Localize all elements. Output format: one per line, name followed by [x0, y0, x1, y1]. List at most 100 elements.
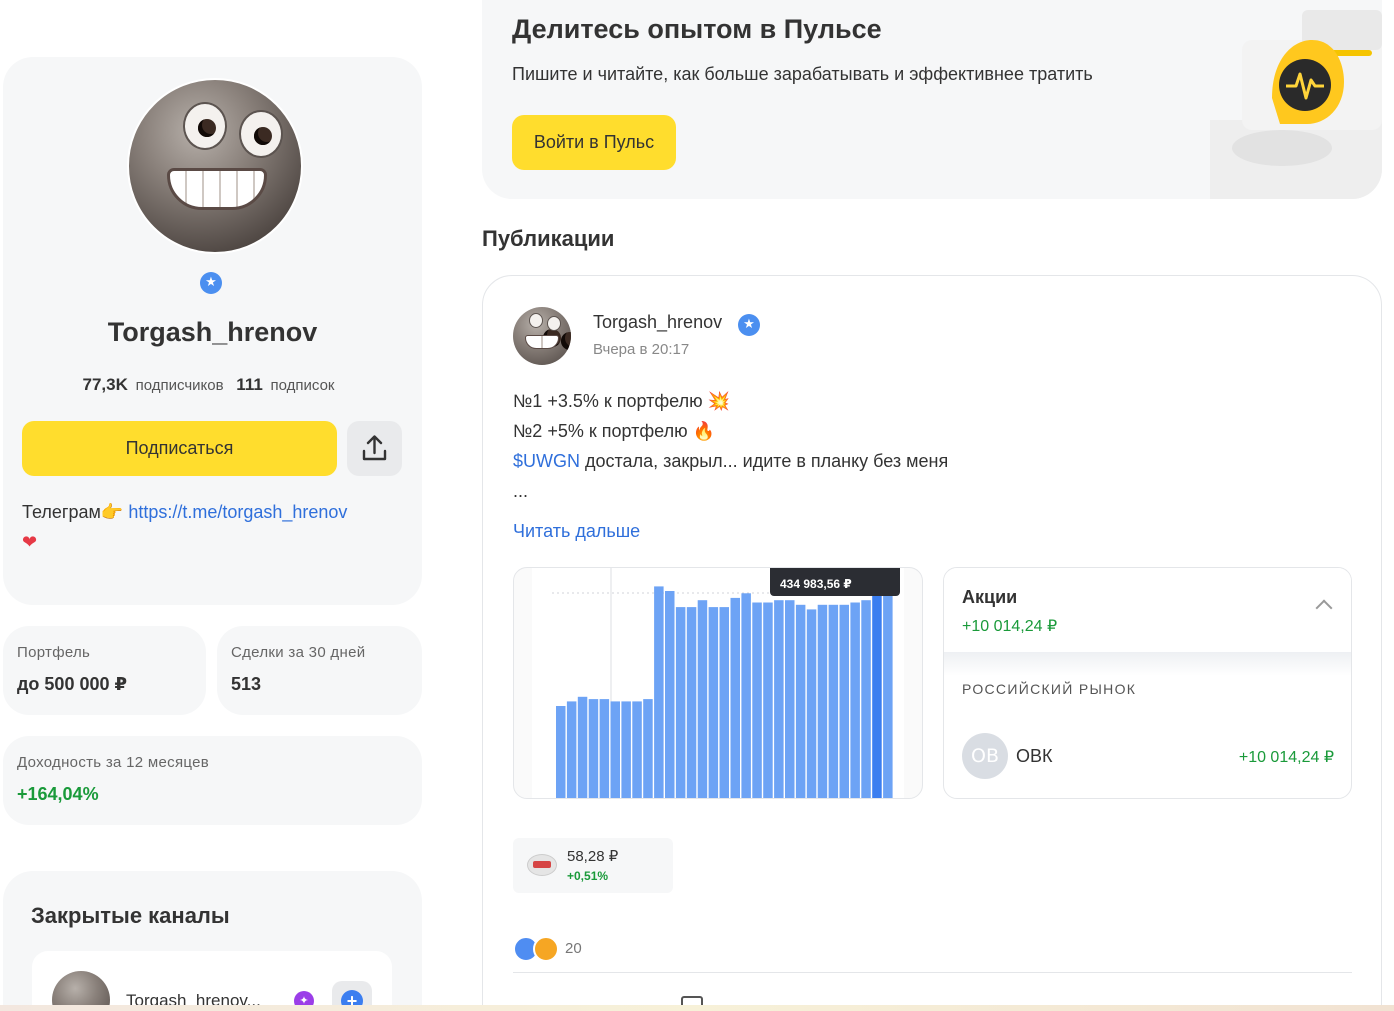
avatar-mouth	[167, 168, 267, 210]
post-divider	[513, 972, 1352, 973]
chart-bar[interactable]	[675, 607, 686, 798]
portfolio-stat: Портфель до 500 000 ₽	[3, 626, 206, 715]
profile-card: ★ Torgash_hrenov 77,3K подписчиков 111 п…	[3, 57, 422, 605]
subscribers-count[interactable]: 77,3K	[82, 375, 127, 394]
chart-bar[interactable]	[785, 600, 795, 798]
portfolio-label: Портфель	[17, 644, 91, 661]
publications-title: Публикации	[482, 226, 615, 251]
post-line-2: №2 +5% к портфелю	[513, 421, 688, 441]
rocket-icon	[533, 936, 559, 962]
chart-tooltip: 434 983,56 ₽	[770, 568, 900, 596]
chart-bar[interactable]	[610, 701, 621, 798]
telegram-link[interactable]: https://t.me/torgash_hrenov	[128, 502, 347, 522]
market-label: РОССИЙСКИЙ РЫНОК	[962, 681, 1137, 697]
post-author-name[interactable]: Torgash_hrenov	[593, 312, 722, 333]
deals-value: 513	[231, 674, 262, 694]
promo-title: Делитесь опытом в Пульсе	[512, 14, 882, 44]
post-avatar-eye-right	[547, 316, 571, 350]
holdings-header[interactable]: Акции +10 014,24 ₽	[944, 568, 1351, 652]
deals-label: Сделки за 30 дней	[231, 644, 366, 661]
avatar-eye-left	[183, 102, 227, 150]
chart-bar[interactable]	[850, 602, 860, 799]
chart-bar[interactable]	[686, 607, 697, 798]
chart-bar[interactable]	[795, 604, 806, 798]
chart-bar[interactable]	[665, 591, 675, 798]
chart-bar[interactable]	[861, 600, 871, 798]
chart-bar[interactable]	[621, 701, 631, 798]
yield-label: Доходность за 12 месяцев	[17, 754, 210, 771]
follow-stats: 77,3K подписчиков 111 подписок	[3, 375, 422, 395]
post-author-avatar[interactable]	[513, 307, 571, 365]
chart-bar[interactable]	[577, 696, 588, 798]
chart-bar[interactable]	[588, 699, 599, 798]
portfolio-chart[interactable]: 434 983,56 ₽	[513, 567, 923, 799]
read-more-link[interactable]: Читать дальше	[513, 521, 640, 542]
subscribe-button[interactable]: Подписаться	[22, 421, 337, 476]
login-pulse-button[interactable]: Войти в Пульс	[512, 115, 676, 170]
chart-bar[interactable]	[566, 701, 577, 798]
bottom-strip	[0, 1005, 1394, 1011]
profile-avatar[interactable]	[127, 78, 303, 254]
promo-subtitle: Пишите и читайте, как больше зарабатыват…	[512, 64, 1093, 84]
chart-bar[interactable]	[697, 600, 708, 798]
share-icon	[362, 435, 387, 461]
chart-bar[interactable]	[632, 701, 642, 798]
post-body: №1 +3.5% к портфелю 💥 №2 +5% к портфелю …	[513, 386, 948, 506]
post-verified-badge-icon: ★	[738, 314, 760, 336]
chevron-up-icon[interactable]	[1315, 599, 1333, 617]
post-time: Вчера в 20:17	[593, 341, 690, 358]
post-avatar-eye-left	[529, 313, 561, 347]
ticker-logo: OB	[962, 733, 1008, 779]
bar-chart-svg	[552, 568, 893, 799]
explosion-icon: 💥	[707, 391, 731, 411]
subscribers-label[interactable]: подписчиков	[136, 377, 224, 394]
chart-bar[interactable]	[752, 602, 762, 799]
pointing-hand-icon: 👉	[100, 502, 124, 522]
holdings-panel: Акции +10 014,24 ₽ РОССИЙСКИЙ РЫНОК OB О…	[943, 567, 1352, 799]
subscriptions-count[interactable]: 111	[236, 375, 263, 394]
chart-plot-area: 434 983,56 ₽	[532, 568, 904, 799]
heart-icon: ❤	[22, 532, 38, 552]
share-button[interactable]	[347, 421, 402, 476]
chart-bar[interactable]	[883, 586, 893, 798]
post-line-1: №1 +3.5% к портфелю	[513, 391, 703, 411]
subscriptions-label[interactable]: подписок	[271, 377, 335, 394]
yield-value: +164,04%	[17, 784, 99, 804]
chart-bar[interactable]	[828, 604, 839, 798]
fire-icon: 🔥	[692, 421, 716, 441]
ticker-link[interactable]: $UWGN	[513, 451, 580, 471]
quote-chip[interactable]: 58,28 ₽ +0,51%	[513, 838, 673, 893]
chart-bar[interactable]	[839, 604, 850, 798]
chart-bar[interactable]	[643, 699, 653, 798]
chart-bar[interactable]	[774, 600, 784, 798]
holding-name: ОВК	[1016, 746, 1053, 766]
chart-bar[interactable]	[872, 595, 882, 798]
chart-bar[interactable]	[763, 602, 773, 799]
post-line-4: ...	[513, 481, 529, 501]
chart-bar[interactable]	[654, 586, 664, 798]
reactions-count: 20	[565, 940, 582, 957]
avatar-eye-right	[239, 110, 283, 158]
holdings-title: Акции	[962, 587, 1018, 607]
chart-bar[interactable]	[817, 604, 828, 798]
chart-bar[interactable]	[556, 706, 566, 798]
post-card: Torgash_hrenov ★ Вчера в 20:17 №1 +3.5% …	[482, 275, 1382, 1011]
pulse-promo-banner: Делитесь опытом в Пульсе Пишите и читайт…	[482, 0, 1382, 199]
chart-bar[interactable]	[708, 607, 719, 798]
ovk-logo-icon	[527, 854, 557, 876]
profile-name: Torgash_hrenov	[107, 317, 318, 347]
holding-row[interactable]: OB ОВК +10 014,24 ₽	[962, 733, 1334, 781]
chart-bar[interactable]	[741, 593, 751, 798]
chart-bar[interactable]	[719, 607, 730, 798]
holdings-divider	[944, 652, 1351, 676]
reactions[interactable]: 20	[513, 934, 633, 964]
chart-bar[interactable]	[730, 597, 741, 798]
bio-prefix: Телеграм	[22, 502, 101, 522]
chart-bar[interactable]	[599, 699, 610, 798]
closed-channels-title: Закрытые каналы	[31, 903, 230, 928]
channel-item[interactable]: Torgash_hrenov... ✦	[32, 951, 392, 1011]
profile-bio: Телеграм👉 https://t.me/torgash_hrenov ❤	[22, 497, 402, 557]
chart-bar[interactable]	[806, 609, 817, 798]
deals-stat: Сделки за 30 дней 513	[217, 626, 422, 715]
quote-change: +0,51%	[567, 869, 609, 883]
